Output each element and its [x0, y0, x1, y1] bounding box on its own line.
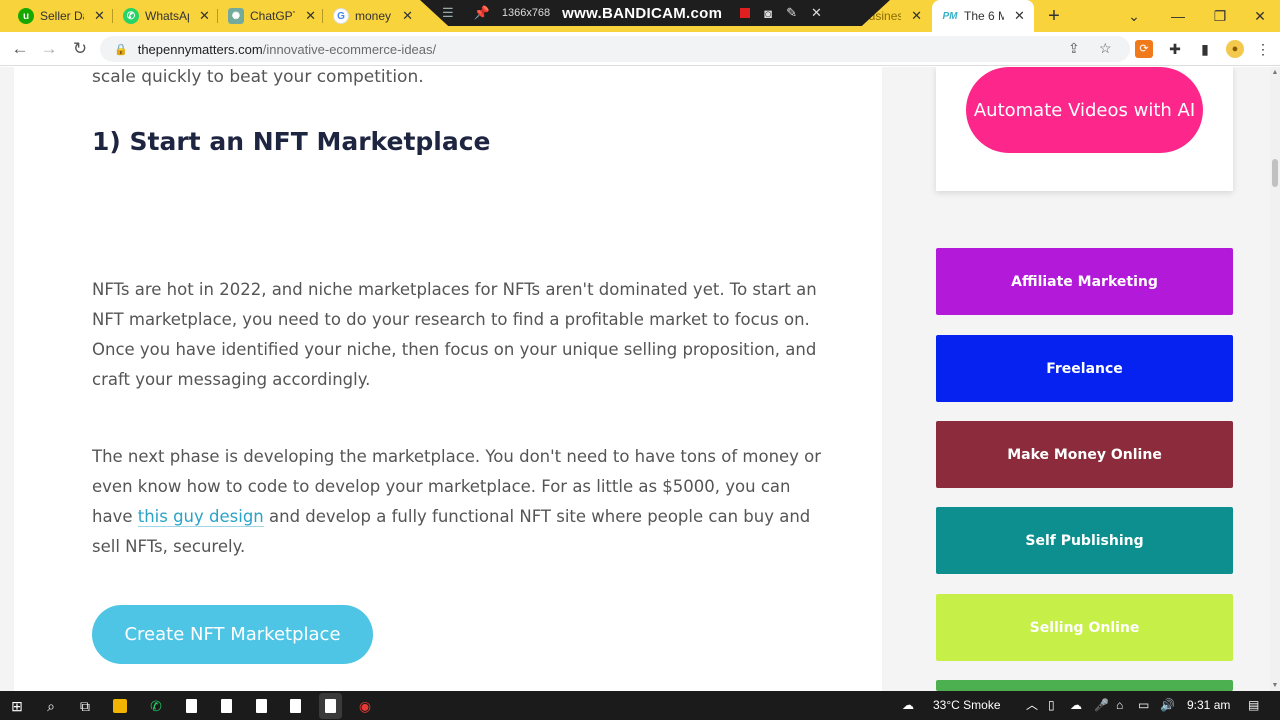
tab-seller-dashboard[interactable]: u Seller Dash ✕: [8, 0, 112, 32]
pencil-icon[interactable]: ✎: [786, 5, 797, 21]
category-affiliate-marketing[interactable]: Affiliate Marketing: [936, 248, 1233, 315]
url-host: thepennymatters.com: [137, 41, 263, 57]
minimize-button[interactable]: —: [1158, 0, 1198, 32]
display-icon[interactable]: ▭: [1138, 691, 1149, 720]
forward-button[interactable]: →: [38, 38, 60, 60]
lead-text: scale quickly to beat your competition.: [92, 67, 424, 87]
close-tab-icon[interactable]: ✕: [305, 8, 316, 24]
side-panel-icon[interactable]: ▮: [1196, 40, 1214, 58]
new-tab-button[interactable]: +: [1044, 4, 1064, 28]
scroll-down-icon[interactable]: ▼: [1270, 682, 1280, 689]
section-heading: 1) Start an NFT Marketplace: [92, 127, 491, 156]
task-view-icon[interactable]: ⧉: [75, 696, 95, 716]
tab-title: money m: [355, 9, 392, 23]
network-icon[interactable]: ⌂: [1116, 691, 1123, 720]
close-tab-icon[interactable]: ✕: [199, 8, 210, 24]
back-button[interactable]: ←: [9, 38, 31, 60]
category-next[interactable]: [936, 680, 1233, 691]
tab-google-search[interactable]: G money m ✕: [323, 0, 419, 32]
this-guy-design-link[interactable]: this guy design: [137, 507, 264, 527]
article-column: scale quickly to beat your competition. …: [14, 67, 882, 691]
address-bar[interactable]: 🔒 thepennymatters.com/innovative-ecommer…: [100, 36, 1130, 62]
category-make-money-online[interactable]: Make Money Online: [936, 421, 1233, 488]
show-hidden-icons[interactable]: ︿: [1026, 691, 1038, 720]
clock[interactable]: 9:31 am: [1187, 691, 1230, 720]
microphone-icon[interactable]: 🎤: [1094, 691, 1109, 720]
restore-button[interactable]: ❐: [1200, 0, 1240, 32]
close-tab-icon[interactable]: ✕: [1014, 8, 1025, 24]
url-path: /innovative-ecommerce-ideas/: [262, 41, 437, 57]
windows-taskbar: ⊞ ⌕ ⧉ ✆ ◉ ☁ 33°C Smoke ︿ ▯ ☁ 🎤 ⌂ ▭ 🔊 9:3…: [0, 691, 1280, 720]
reload-button[interactable]: ↻: [69, 38, 91, 60]
more-menu-icon[interactable]: ⋮: [1254, 40, 1272, 58]
chatgpt-icon: ✺: [228, 8, 244, 24]
cloud-icon[interactable]: ☁: [1070, 691, 1082, 720]
weather-text[interactable]: 33°C Smoke: [933, 691, 1001, 720]
camera-icon[interactable]: ◙: [764, 6, 772, 21]
promo-card: Automate Videos with AI: [936, 67, 1233, 191]
scrollbar-thumb[interactable]: [1272, 159, 1278, 187]
lock-icon[interactable]: 🔒: [114, 43, 128, 56]
notifications-icon[interactable]: ▤: [1248, 691, 1259, 720]
document-icon[interactable]: [256, 699, 267, 713]
tab-chatgpt[interactable]: ✺ ChatGPT ✕: [218, 0, 322, 32]
category-self-publishing[interactable]: Self Publishing: [936, 507, 1233, 574]
share-icon[interactable]: ⇪: [1068, 40, 1080, 57]
menu-icon[interactable]: ☰: [442, 5, 454, 21]
paragraph-development: The next phase is developing the marketp…: [92, 442, 822, 562]
tab-active-the-6-money[interactable]: PM The 6 M ✕: [932, 0, 1034, 32]
pm-icon: PM: [942, 8, 958, 24]
bandicam-overlay: ☰ 📌 1366x768 www.BANDICAM.com ◙ ✎ ✕: [420, 0, 890, 26]
upwork-icon: u: [18, 8, 34, 24]
tab-title: WhatsApp: [145, 9, 189, 23]
document-icon[interactable]: [221, 699, 232, 713]
automate-videos-button[interactable]: Automate Videos with AI: [966, 67, 1203, 153]
store-icon[interactable]: [113, 699, 127, 713]
profile-avatar[interactable]: ●: [1226, 40, 1244, 58]
volume-icon[interactable]: 🔊: [1160, 691, 1175, 720]
tab-search-chevron-icon[interactable]: ⌄: [1114, 0, 1154, 32]
record-icon[interactable]: [740, 8, 751, 18]
document-icon-active[interactable]: [325, 699, 336, 713]
tab-title: ChatGPT: [250, 9, 296, 23]
page-viewport: scale quickly to beat your competition. …: [0, 67, 1270, 691]
create-nft-marketplace-button[interactable]: Create NFT Marketplace: [92, 605, 373, 664]
tab-title: Seller Dash: [40, 9, 84, 23]
close-tab-icon[interactable]: ✕: [402, 8, 413, 24]
search-icon[interactable]: ⌕: [41, 696, 61, 716]
pin-icon[interactable]: 📌: [474, 5, 490, 21]
google-icon: G: [333, 8, 349, 24]
close-tab-icon[interactable]: ✕: [94, 8, 105, 24]
paragraph-nft-intro: NFTs are hot in 2022, and niche marketpl…: [92, 280, 817, 389]
bandicam-logo: www.BANDICAM.com: [562, 4, 723, 22]
windows-start-icon[interactable]: ⊞: [7, 696, 27, 716]
recording-resolution: 1366x768: [501, 7, 551, 19]
document-icon[interactable]: [290, 699, 301, 713]
tab-whatsapp[interactable]: ✆ WhatsApp ✕: [113, 0, 217, 32]
close-icon[interactable]: ✕: [811, 5, 822, 21]
whatsapp-icon[interactable]: ✆: [146, 696, 166, 716]
close-window-button[interactable]: ✕: [1240, 0, 1280, 32]
tab-title: The 6 M: [964, 9, 1004, 23]
close-tab-icon[interactable]: ✕: [911, 8, 922, 24]
bookmark-star-icon[interactable]: ☆: [1099, 40, 1112, 57]
page-scrollbar[interactable]: ▲ ▼: [1270, 67, 1280, 691]
extension-icon[interactable]: ⟳: [1135, 40, 1153, 58]
bandicam-record-icon[interactable]: ◉: [355, 696, 375, 716]
whatsapp-icon: ✆: [123, 8, 139, 24]
extensions-puzzle-icon[interactable]: ✚: [1166, 40, 1184, 58]
scroll-up-icon[interactable]: ▲: [1270, 69, 1280, 76]
weather-icon[interactable]: ☁: [902, 691, 914, 720]
category-selling-online[interactable]: Selling Online: [936, 594, 1233, 661]
category-freelance[interactable]: Freelance: [936, 335, 1233, 402]
document-icon[interactable]: [186, 699, 197, 713]
browser-toolbar: ← → ↻ 🔒 thepennymatters.com/innovative-e…: [0, 32, 1280, 66]
tray-app-icon[interactable]: ▯: [1048, 691, 1055, 720]
